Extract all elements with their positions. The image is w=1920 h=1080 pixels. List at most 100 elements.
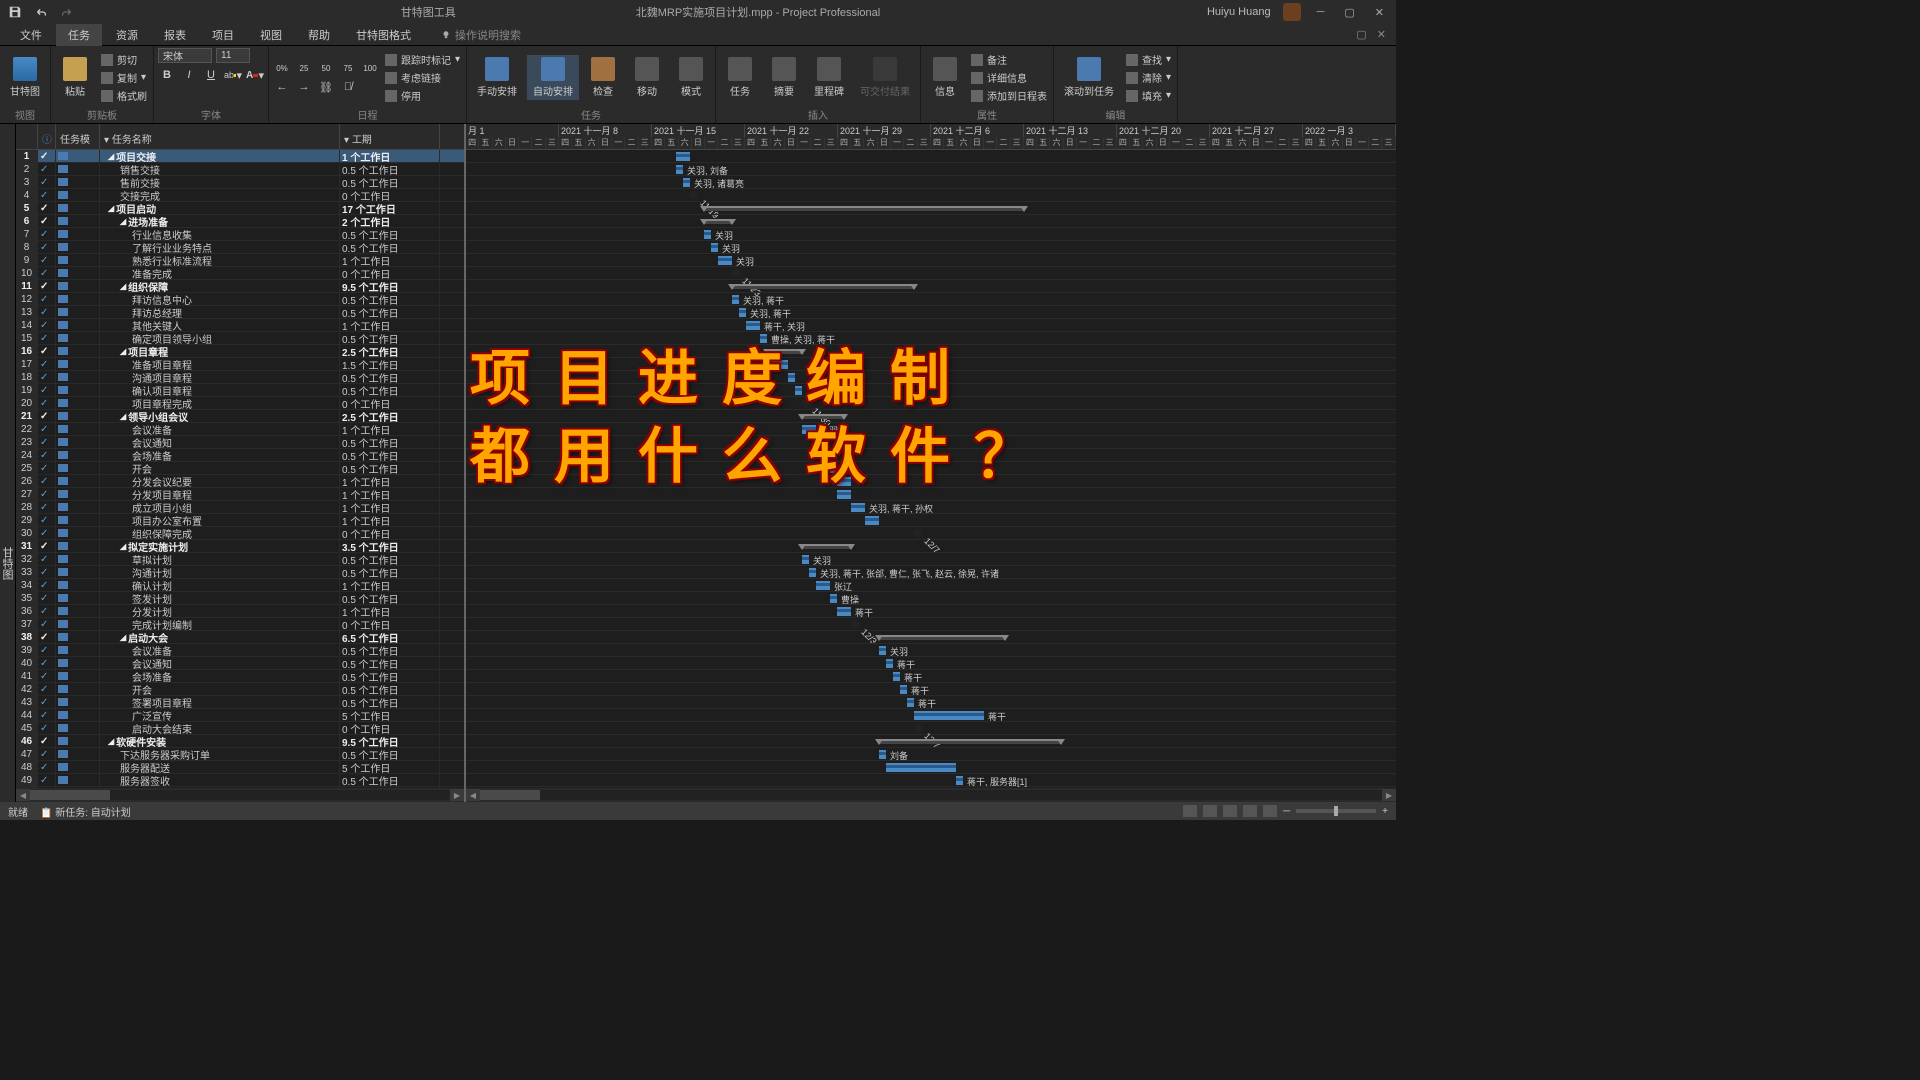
gantt-row[interactable]: 蒋干 xyxy=(466,683,1396,696)
view-team-icon[interactable] xyxy=(1223,805,1237,817)
task-row[interactable]: 31✓◢拟定实施计划3.5 个工作日 xyxy=(16,540,464,553)
format-painter-button[interactable]: 格式刷 xyxy=(99,87,149,104)
gantt-row[interactable]: 曹操 xyxy=(466,592,1396,605)
gantt-row[interactable] xyxy=(466,384,1396,397)
gantt-row[interactable]: 关羽 xyxy=(466,553,1396,566)
gantt-row[interactable] xyxy=(466,631,1396,644)
gantt-row[interactable]: 蒋干 xyxy=(466,605,1396,618)
gantt-row[interactable]: 蒋干, 服务器[1] xyxy=(466,774,1396,787)
save-icon[interactable] xyxy=(8,5,22,19)
gantt-row[interactable] xyxy=(466,345,1396,358)
task-row[interactable]: 12✓拜访信息中心0.5 个工作日 xyxy=(16,293,464,306)
gantt-row[interactable]: 关羽, 蒋干, 张郃, 曹仁, 张飞, 赵云, 徐晃, 许诸 xyxy=(466,566,1396,579)
add-timeline-button[interactable]: 添加到日程表 xyxy=(969,87,1049,104)
gantt-row[interactable] xyxy=(466,514,1396,527)
task-row[interactable]: 49✓服务器签收0.5 个工作日 xyxy=(16,774,464,787)
bold-button[interactable]: B xyxy=(158,67,176,83)
task-row[interactable]: 37✓完成计划编制0 个工作日 xyxy=(16,618,464,631)
task-row[interactable]: 13✓拜访总经理0.5 个工作日 xyxy=(16,306,464,319)
gantt-row[interactable] xyxy=(466,540,1396,553)
font-color-button[interactable]: A▾ xyxy=(246,67,264,83)
gantt-row[interactable] xyxy=(466,761,1396,774)
gantt-row[interactable] xyxy=(466,475,1396,488)
user-name[interactable]: Huiyu Huang xyxy=(1207,6,1271,18)
task-row[interactable]: 46✓◢软硬件安装9.5 个工作日 xyxy=(16,735,464,748)
col-id[interactable] xyxy=(16,124,38,149)
task-row[interactable]: 14✓其他关键人1 个工作日 xyxy=(16,319,464,332)
side-tab-gantt[interactable]: 甘特图 xyxy=(0,124,16,802)
task-row[interactable]: 35✓签发计划0.5 个工作日 xyxy=(16,592,464,605)
gantt-row[interactable]: 11/23 xyxy=(466,267,1396,280)
gantt-row[interactable]: 12/3 xyxy=(466,618,1396,631)
inspect-button[interactable]: 检查 xyxy=(583,55,623,100)
outdent-button[interactable]: ← xyxy=(273,79,291,95)
undo-icon[interactable] xyxy=(34,5,48,19)
fill-button[interactable]: 填充 ▾ xyxy=(1124,87,1173,104)
zoom-slider[interactable] xyxy=(1296,809,1376,813)
redo-icon[interactable] xyxy=(60,5,74,19)
col-duration[interactable]: ▾ 工期 xyxy=(340,124,440,149)
gantt-row[interactable] xyxy=(466,462,1396,475)
task-row[interactable]: 20✓项目章程完成0 个工作日 xyxy=(16,397,464,410)
task-row[interactable]: 34✓确认计划1 个工作日 xyxy=(16,579,464,592)
highlight-button[interactable]: ab▾ xyxy=(224,67,242,83)
task-row[interactable]: 6✓◢进场准备2 个工作日 xyxy=(16,215,464,228)
task-row[interactable]: 15✓确定项目领导小组0.5 个工作日 xyxy=(16,332,464,345)
task-row[interactable]: 11✓◢组织保障9.5 个工作日 xyxy=(16,280,464,293)
mode-button[interactable]: 模式 xyxy=(671,55,711,100)
task-row[interactable]: 10✓准备完成0 个工作日 xyxy=(16,267,464,280)
gantt-row[interactable] xyxy=(466,215,1396,228)
info-button[interactable]: 信息 xyxy=(925,55,965,100)
details-button[interactable]: 详细信息 xyxy=(969,69,1049,86)
task-row[interactable]: 4✓交接完成0 个工作日 xyxy=(16,189,464,202)
task-row[interactable]: 8✓了解行业业务特点0.5 个工作日 xyxy=(16,241,464,254)
task-row[interactable]: 33✓沟通计划0.5 个工作日 xyxy=(16,566,464,579)
task-row[interactable]: 22✓会议准备1 个工作日 xyxy=(16,423,464,436)
milestone-insert-button[interactable]: 里程碑 xyxy=(808,55,850,100)
gantt-row[interactable]: 张辽 xyxy=(466,579,1396,592)
maximize-icon[interactable]: ▢ xyxy=(1340,6,1358,19)
task-row[interactable]: 48✓服务器配送5 个工作日 xyxy=(16,761,464,774)
gantt-row[interactable]: 11/19 xyxy=(466,189,1396,202)
task-row[interactable]: 40✓会议通知0.5 个工作日 xyxy=(16,657,464,670)
inactivate-button[interactable]: 停用 xyxy=(383,87,462,104)
tab-resource[interactable]: 资源 xyxy=(104,24,150,46)
copy-button[interactable]: 复制 ▾ xyxy=(99,69,149,86)
gantt-row[interactable] xyxy=(466,449,1396,462)
view-gantt-icon[interactable] xyxy=(1183,805,1197,817)
task-row[interactable]: 44✓广泛宣传5 个工作日 xyxy=(16,709,464,722)
pct75-button[interactable]: 75 xyxy=(339,60,357,76)
gantt-row[interactable]: 12/7 xyxy=(466,527,1396,540)
gantt-row[interactable] xyxy=(466,735,1396,748)
tab-report[interactable]: 报表 xyxy=(152,24,198,46)
gantt-row[interactable] xyxy=(466,436,1396,449)
gantt-row[interactable] xyxy=(466,488,1396,501)
pct25-button[interactable]: 25 xyxy=(295,60,313,76)
task-row[interactable]: 29✓项目办公室布置1 个工作日 xyxy=(16,514,464,527)
ribbon-help-icon[interactable]: ✕ xyxy=(1377,28,1386,41)
ribbon-collapse-icon[interactable]: ▢ xyxy=(1356,28,1366,41)
task-row[interactable]: 26✓分发会议纪要1 个工作日 xyxy=(16,475,464,488)
task-row[interactable]: 36✓分发计划1 个工作日 xyxy=(16,605,464,618)
gantt-row[interactable]: 关羽 xyxy=(466,228,1396,241)
col-mode[interactable]: 任务模式 xyxy=(56,124,100,149)
unlink-button[interactable]: ⛓̸ xyxy=(339,79,357,95)
task-row[interactable]: 3✓售前交接0.5 个工作日 xyxy=(16,176,464,189)
task-row[interactable]: 24✓会场准备0.5 个工作日 xyxy=(16,449,464,462)
notes-button[interactable]: 备注 xyxy=(969,51,1049,68)
gantt-row[interactable]: 蒋干 xyxy=(466,696,1396,709)
gantt-row[interactable]: 关羽, 蒋干, 孙权 xyxy=(466,501,1396,514)
gantt-row[interactable]: 蒋干, 关羽 xyxy=(466,319,1396,332)
task-row[interactable]: 43✓签署项目章程0.5 个工作日 xyxy=(16,696,464,709)
gantt-row[interactable]: 蒋干 xyxy=(466,709,1396,722)
gantt-row[interactable]: 12/7 xyxy=(466,722,1396,735)
respect-links-button[interactable]: 考虑链接 xyxy=(383,69,462,86)
task-row[interactable]: 32✓草拟计划0.5 个工作日 xyxy=(16,553,464,566)
pct50-button[interactable]: 50 xyxy=(317,60,335,76)
find-button[interactable]: 查找 ▾ xyxy=(1124,51,1173,68)
paste-button[interactable]: 粘贴 xyxy=(55,55,95,100)
underline-button[interactable]: U xyxy=(202,67,220,83)
task-row[interactable]: 38✓◢启动大会6.5 个工作日 xyxy=(16,631,464,644)
gantt-row[interactable]: 关羽, 蒋干 xyxy=(466,293,1396,306)
gantt-row[interactable] xyxy=(466,202,1396,215)
